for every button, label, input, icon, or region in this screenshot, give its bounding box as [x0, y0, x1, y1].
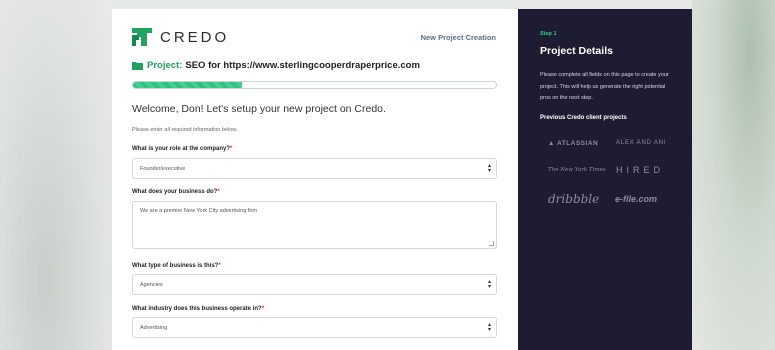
- role-select[interactable]: Founder/executive ▴ ▾: [132, 158, 497, 179]
- client-logo-nyt: The New York Times: [548, 167, 606, 173]
- sidebar: Step 1 Project Details Please complete a…: [518, 9, 692, 350]
- client-logo-alex-and-ani: ALEX AND ANI: [616, 140, 667, 146]
- resize-handle-icon[interactable]: [489, 241, 494, 246]
- project-label: Project:: [147, 60, 183, 71]
- project-heading: Project: SEO for https://www.sterlingcoo…: [132, 60, 420, 71]
- business-value: We are a premier New York City advertisi…: [140, 208, 257, 214]
- client-logo-hired: HIRED: [616, 165, 665, 175]
- credo-logo[interactable]: CREDO: [132, 28, 229, 46]
- select-caret-icon: ▴ ▾: [487, 163, 491, 174]
- logo-text: CREDO: [160, 28, 230, 46]
- new-project-link[interactable]: New Project Creation: [421, 33, 496, 42]
- business-textarea[interactable]: We are a premier New York City advertisi…: [132, 201, 497, 249]
- client-logo-atlassian: ▲ ATLASSIAN: [548, 140, 599, 147]
- form-panel: CREDO New Project Creation Project: SEO …: [112, 9, 518, 350]
- industry-value: Advertising: [140, 325, 168, 331]
- credo-logo-icon: [132, 28, 152, 46]
- progress-fill: [133, 82, 242, 88]
- sidebar-description: Please complete all fields on this page …: [540, 72, 669, 101]
- project-name: SEO for https://www.sterlingcooperdraper…: [185, 60, 420, 71]
- step-label: Step 1: [540, 31, 557, 37]
- progress-bar: [132, 81, 497, 89]
- background-left: [0, 0, 112, 350]
- type-label: What type of business is this?*: [132, 263, 221, 269]
- folder-icon: [132, 62, 143, 70]
- type-value: Agencies: [140, 282, 163, 288]
- welcome-text: Welcome, Don! Let's setup your new proje…: [132, 103, 386, 115]
- select-caret-icon: ▴ ▾: [487, 279, 491, 290]
- type-select[interactable]: Agencies ▴ ▾: [132, 274, 497, 295]
- client-logo-dribbble: dribbble: [548, 192, 600, 206]
- role-label: What is your role at the company?*: [132, 146, 233, 152]
- sidebar-title: Project Details: [540, 45, 613, 57]
- instructions-text: Please enter all required information be…: [132, 127, 238, 133]
- industry-label: What industry does this business operate…: [132, 306, 265, 312]
- select-caret-icon: ▴ ▾: [487, 322, 491, 333]
- background-right: [692, 0, 775, 350]
- business-label: What does your business do?*: [132, 189, 220, 195]
- clients-title: Previous Credo client projects: [540, 115, 627, 121]
- client-logo-efile: e-file.com: [615, 194, 658, 204]
- role-value: Founder/executive: [140, 166, 186, 172]
- industry-select[interactable]: Advertising ▴ ▾: [132, 317, 497, 338]
